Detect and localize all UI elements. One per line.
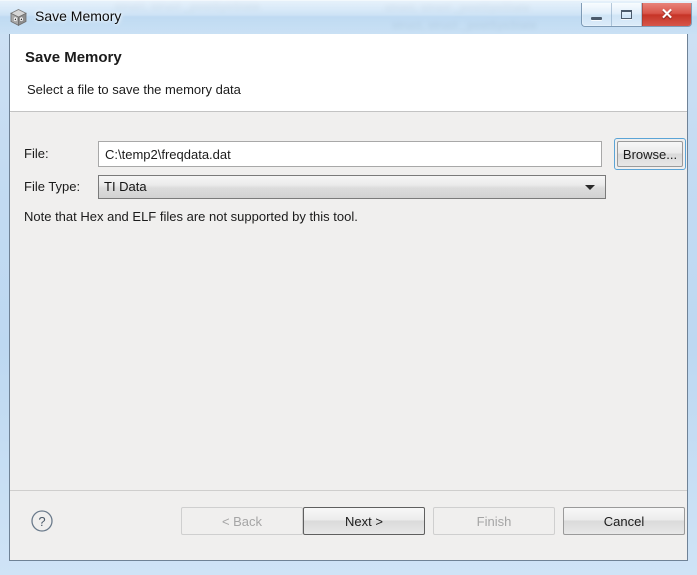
svg-text:?: ? bbox=[38, 514, 45, 529]
cube-icon bbox=[9, 8, 28, 27]
wizard-content: File: Browse... File Type: TI Data Note … bbox=[10, 113, 687, 491]
minimize-icon bbox=[591, 16, 602, 20]
maximize-button[interactable] bbox=[612, 3, 642, 26]
chevron-down-icon bbox=[585, 185, 595, 190]
dialog-body: Save Memory Select a file to save the me… bbox=[9, 34, 688, 561]
help-icon[interactable]: ? bbox=[30, 509, 54, 533]
filetype-label: File Type: bbox=[24, 179, 81, 194]
save-memory-dialog: Save Memory ✕ Save Memory Select a file … bbox=[0, 0, 697, 569]
window-controls: ✕ bbox=[581, 3, 692, 27]
wizard-header: Save Memory Select a file to save the me… bbox=[10, 34, 687, 112]
minimize-button[interactable] bbox=[582, 3, 612, 26]
file-label: File: bbox=[24, 146, 49, 161]
note-text: Note that Hex and ELF files are not supp… bbox=[24, 209, 358, 224]
filetype-selected-value: TI Data bbox=[104, 179, 147, 194]
browse-button-label: Browse... bbox=[617, 141, 683, 167]
filetype-select[interactable]: TI Data bbox=[98, 175, 606, 199]
cancel-button[interactable]: Cancel bbox=[563, 507, 685, 535]
title-bar[interactable]: Save Memory ✕ bbox=[0, 0, 697, 34]
back-button[interactable]: < Back bbox=[181, 507, 303, 535]
filetype-row: File Type: TI Data bbox=[24, 175, 677, 199]
close-button[interactable]: ✕ bbox=[642, 3, 691, 26]
file-input[interactable] bbox=[98, 141, 602, 167]
next-button[interactable]: Next > bbox=[303, 507, 425, 535]
maximize-icon bbox=[621, 10, 632, 19]
file-row: File: Browse... bbox=[24, 138, 686, 170]
close-icon: ✕ bbox=[660, 6, 674, 23]
browse-button[interactable]: Browse... bbox=[614, 138, 686, 170]
finish-button[interactable]: Finish bbox=[433, 507, 555, 535]
window-title: Save Memory bbox=[35, 8, 122, 24]
dialog-button-bar: ? < Back Next > Finish Cancel bbox=[10, 490, 687, 560]
page-description: Select a file to save the memory data bbox=[27, 82, 241, 97]
page-title: Save Memory bbox=[25, 49, 122, 66]
